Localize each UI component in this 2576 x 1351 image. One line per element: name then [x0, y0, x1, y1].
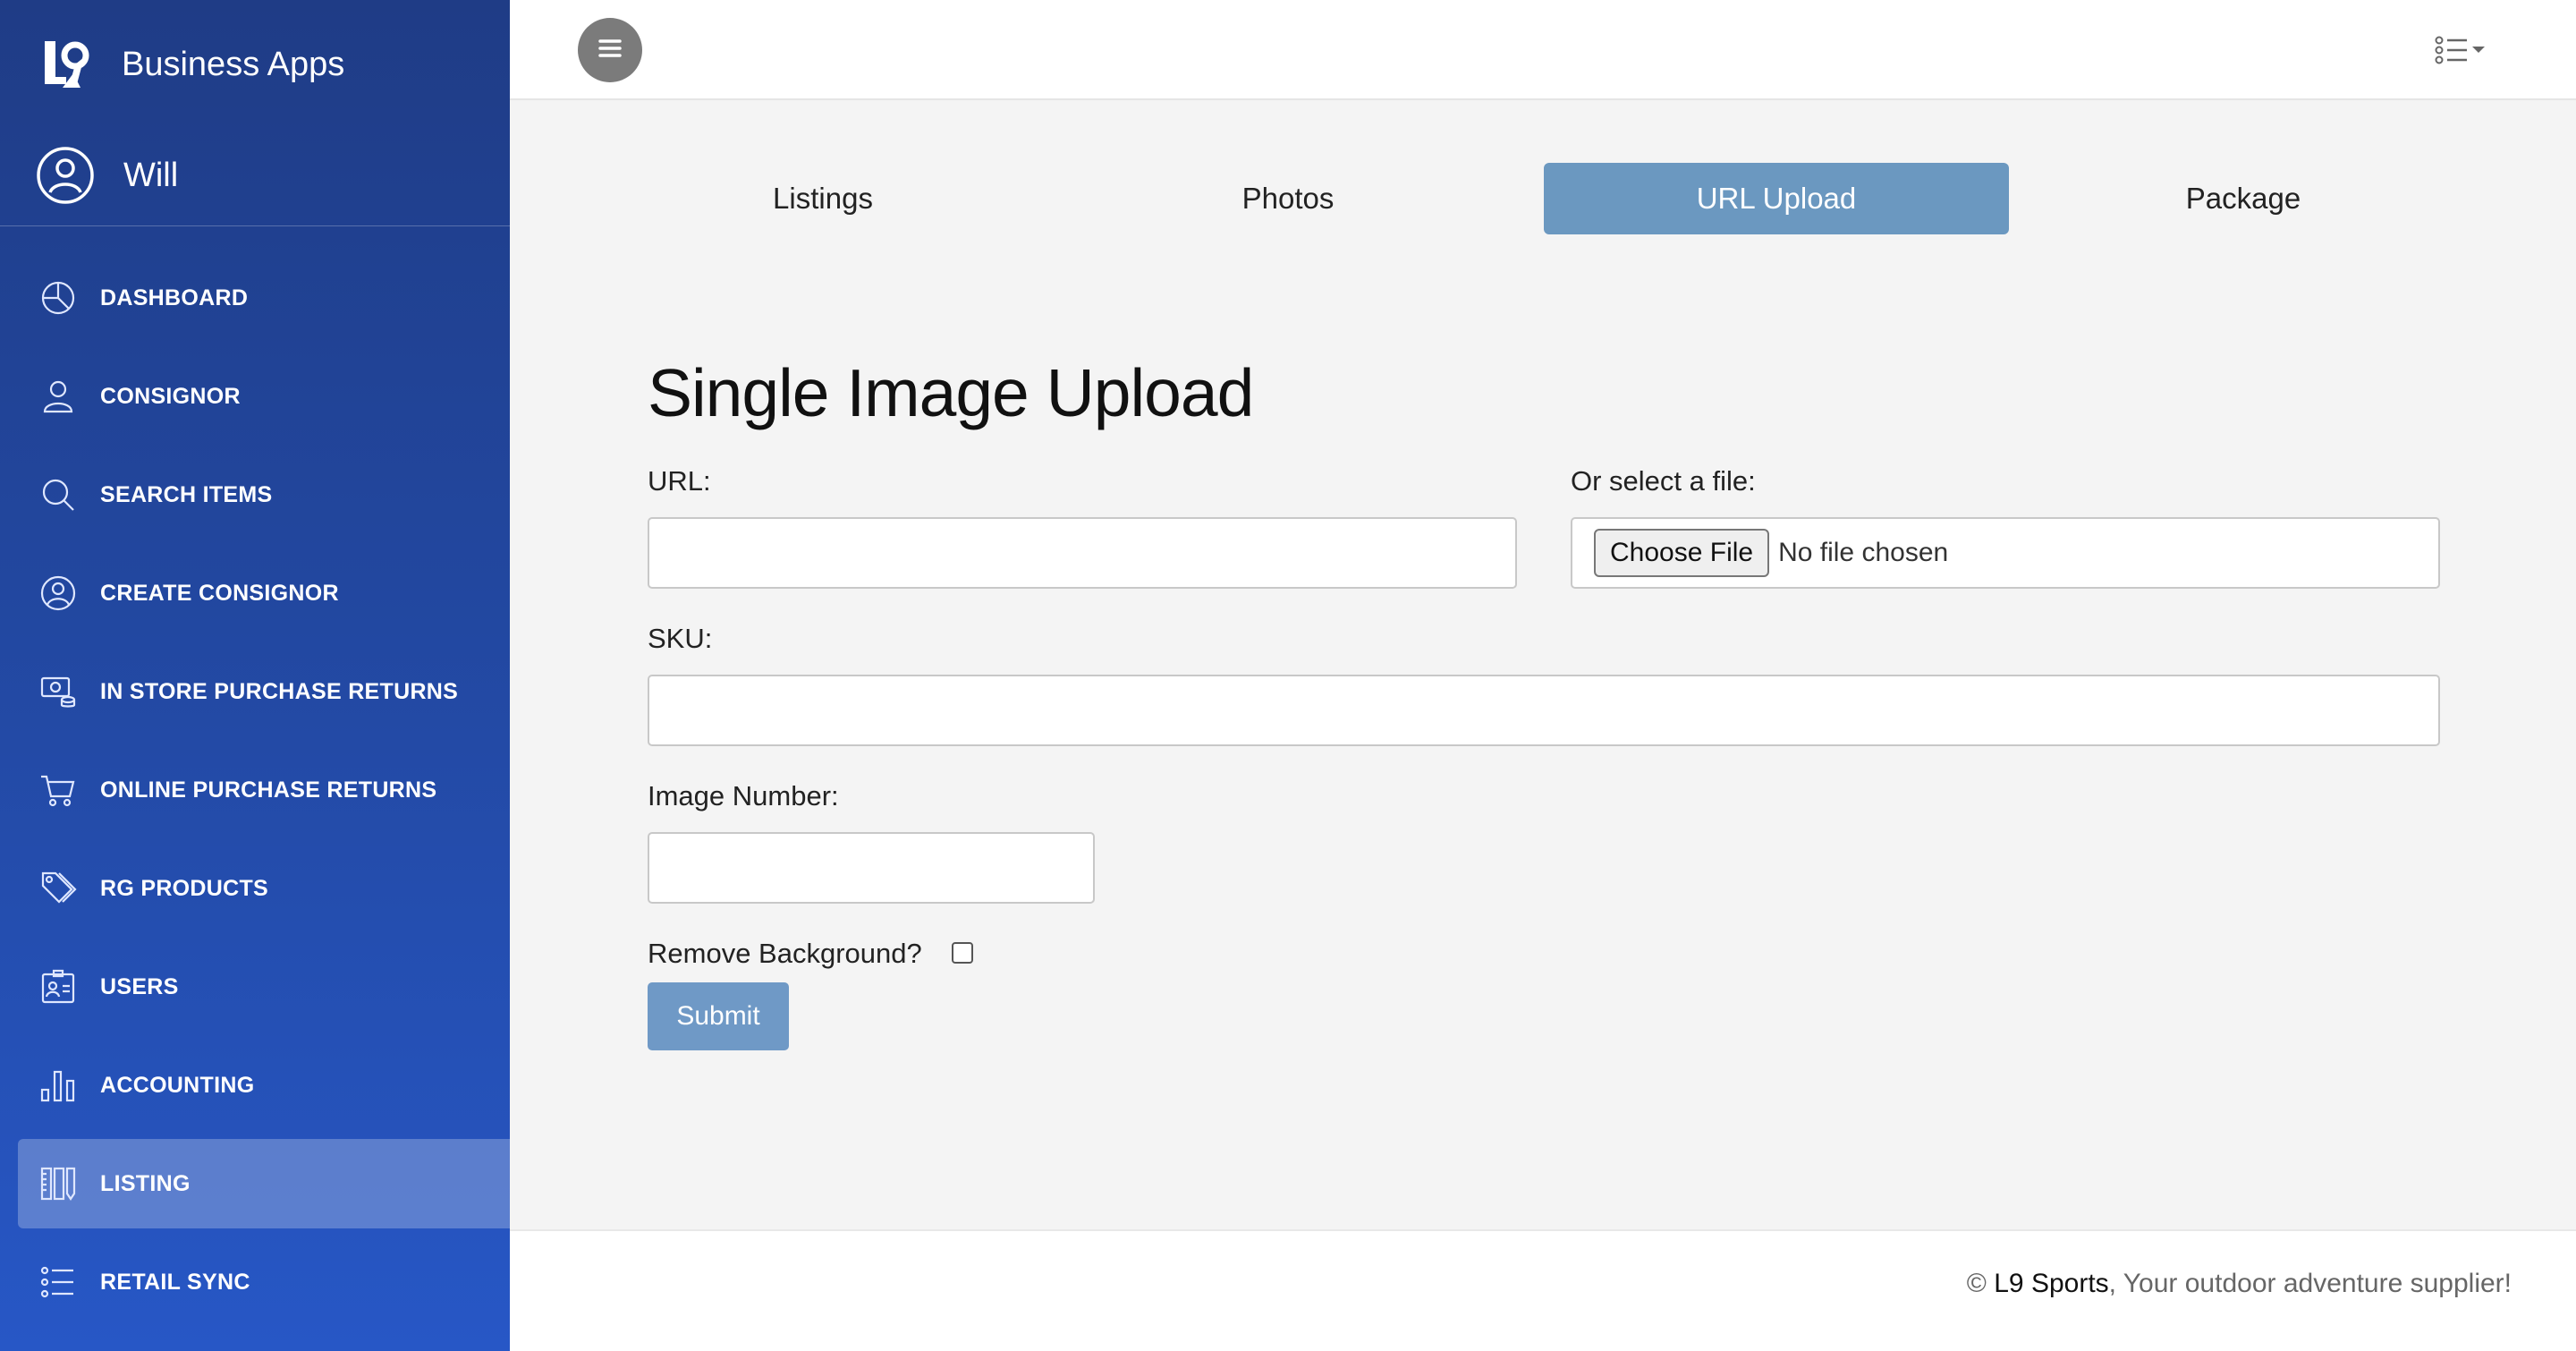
- sidebar-divider: [0, 225, 510, 226]
- sidebar-item-retail-sync[interactable]: RETAIL SYNC: [18, 1237, 510, 1327]
- sidebar: Business Apps Will DASHBOARD CONSIGNOR S…: [0, 0, 510, 1351]
- tab-package[interactable]: Package: [2011, 163, 2476, 234]
- submit-button[interactable]: Submit: [648, 982, 789, 1050]
- list-dropdown-icon: [2435, 36, 2487, 69]
- page-title: Single Image Upload: [648, 355, 1254, 430]
- file-status-text: No file chosen: [1778, 538, 1949, 567]
- list-icon: [39, 1263, 77, 1301]
- cart-icon: [39, 771, 77, 809]
- sidebar-item-label: CREATE CONSIGNOR: [100, 580, 339, 606]
- sidebar-item-search-items[interactable]: SEARCH ITEMS: [18, 450, 510, 540]
- pie-chart-icon: [39, 279, 77, 317]
- footer-copyright: ©: [1966, 1269, 1995, 1298]
- top-bar: [510, 0, 2576, 100]
- image-number-input[interactable]: [648, 832, 1095, 904]
- remove-background-label: Remove Background?: [648, 938, 922, 969]
- sidebar-item-users[interactable]: USERS: [18, 942, 510, 1032]
- cash-coins-icon: [39, 673, 77, 710]
- tab-listings[interactable]: Listings: [590, 163, 1055, 234]
- person-badge-icon: [39, 968, 77, 1006]
- sidebar-item-label: USERS: [100, 973, 179, 999]
- url-label: URL:: [648, 465, 711, 497]
- sidebar-item-consignor[interactable]: CONSIGNOR: [18, 352, 510, 441]
- person-circle-icon: [39, 574, 77, 612]
- sidebar-item-accounting[interactable]: ACCOUNTING: [18, 1041, 510, 1130]
- sidebar-item-rg-products[interactable]: RG PRODUCTS: [18, 844, 510, 933]
- person-icon: [39, 378, 77, 415]
- sidebar-item-in-store-purchase-returns[interactable]: IN STORE PURCHASE RETURNS: [18, 647, 510, 736]
- sidebar-item-label: RG PRODUCTS: [100, 875, 269, 901]
- sidebar-item-dashboard[interactable]: DASHBOARD: [18, 253, 510, 343]
- sidebar-item-label: ACCOUNTING: [100, 1072, 255, 1098]
- search-icon: [39, 476, 77, 514]
- url-input[interactable]: [648, 517, 1517, 589]
- sidebar-item-listing[interactable]: LISTING: [18, 1139, 510, 1228]
- sidebar-item-label: SEARCH ITEMS: [100, 481, 273, 507]
- sidebar-item-create-consignor[interactable]: CREATE CONSIGNOR: [18, 548, 510, 638]
- sku-label: SKU:: [648, 623, 713, 654]
- footer-tagline: , Your outdoor adventure supplier!: [2108, 1269, 2512, 1298]
- sidebar-item-label: ONLINE PURCHASE RETURNS: [100, 777, 437, 803]
- tab-bar: Listings Photos URL Upload Package: [590, 163, 2576, 234]
- hamburger-icon: [598, 38, 622, 63]
- user-profile[interactable]: Will: [36, 143, 178, 208]
- bar-chart-icon: [39, 1066, 77, 1104]
- sidebar-item-label: DASHBOARD: [100, 285, 249, 310]
- l9-logo-icon: [39, 38, 93, 91]
- footer-brand-link[interactable]: L9 Sports: [1994, 1269, 2108, 1298]
- remove-background-checkbox[interactable]: [952, 942, 973, 964]
- sidebar-item-online-purchase-returns[interactable]: ONLINE PURCHASE RETURNS: [18, 745, 510, 835]
- footer-text: © L9 Sports, Your outdoor adventure supp…: [1967, 1269, 2512, 1299]
- user-avatar-icon: [36, 146, 95, 205]
- file-input[interactable]: Choose File No file chosen: [1571, 517, 2440, 589]
- sidebar-item-label: IN STORE PURCHASE RETURNS: [100, 678, 459, 704]
- menu-toggle-button[interactable]: [578, 18, 642, 82]
- sidebar-nav: DASHBOARD CONSIGNOR SEARCH ITEMS CREATE …: [18, 253, 510, 1336]
- sidebar-item-label: LISTING: [100, 1170, 191, 1196]
- file-label: Or select a file:: [1571, 465, 1756, 497]
- tab-url-upload[interactable]: URL Upload: [1544, 163, 2009, 234]
- choose-file-button[interactable]: Choose File: [1594, 529, 1770, 577]
- brand[interactable]: Business Apps: [39, 32, 344, 97]
- rulers-icon: [39, 1165, 77, 1202]
- brand-name: Business Apps: [122, 45, 345, 83]
- sidebar-item-label: CONSIGNOR: [100, 383, 241, 409]
- user-name: Will: [123, 156, 179, 194]
- image-number-label: Image Number:: [648, 780, 839, 811]
- tags-icon: [39, 870, 77, 907]
- sidebar-item-label: RETAIL SYNC: [100, 1269, 250, 1295]
- list-dropdown-button[interactable]: [2435, 36, 2487, 69]
- tab-photos[interactable]: Photos: [1055, 163, 1521, 234]
- sku-input[interactable]: [648, 675, 2440, 746]
- footer: © L9 Sports, Your outdoor adventure supp…: [510, 1229, 2576, 1351]
